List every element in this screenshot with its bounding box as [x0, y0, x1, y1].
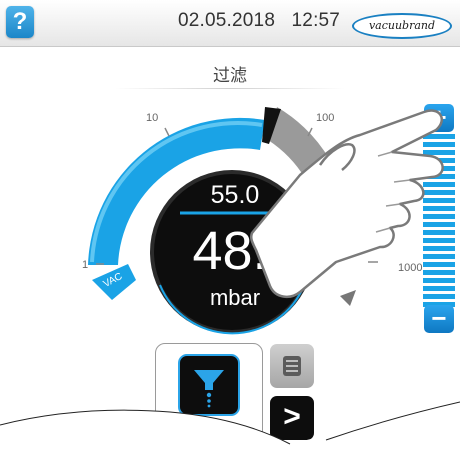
page-curl-edge: [0, 401, 460, 450]
